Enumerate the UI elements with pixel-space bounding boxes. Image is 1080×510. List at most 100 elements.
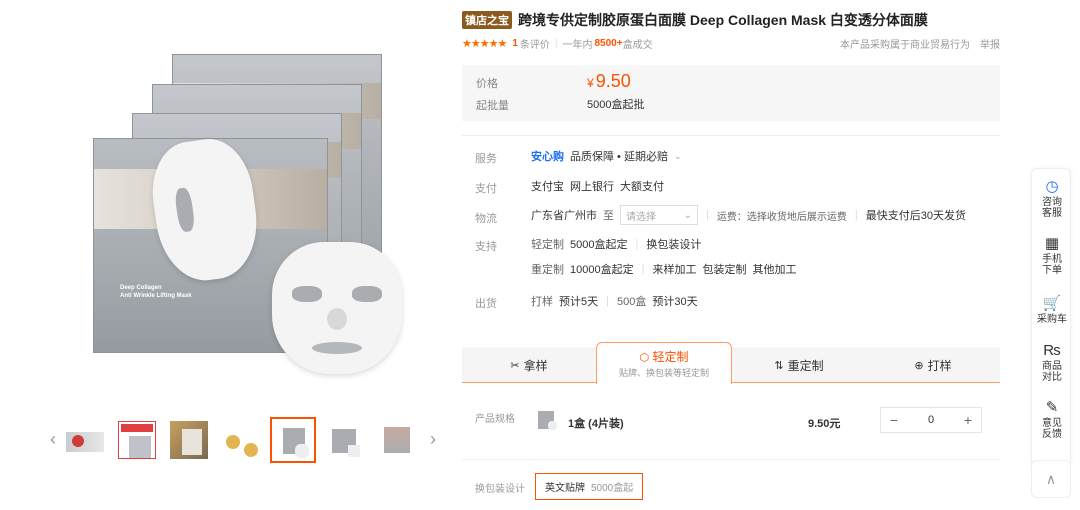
sliders-icon: ⇅ [774, 359, 784, 372]
edit-icon: ✎ [1045, 399, 1059, 416]
feedback-button[interactable]: ✎ 意见 反馈 [1032, 399, 1072, 440]
pack-option-moq: 5000盒起 [591, 483, 634, 494]
box-icon: ⬡ [639, 352, 650, 364]
thumbnail-strip: ‹ › [48, 415, 448, 465]
chevron-up-icon: ∧ [1045, 470, 1057, 487]
payment-methods: 支付宝 网上银行 大额支付 [531, 178, 664, 194]
origin-city: 广东省广州市 [531, 210, 597, 222]
price-box: 价格 ¥9.50 起批量 5000盒起批 [462, 65, 1000, 121]
tab-light-custom-sub: 贴牌、换包装等轻定制 [618, 368, 709, 378]
trade-notice: 本产品采购属于商业贸易行为 [840, 40, 970, 51]
increase-button[interactable]: + [955, 412, 981, 428]
freight-text: 运费：选择收货地后展示运费 [716, 211, 847, 223]
moq-value: 5000盒起批 [587, 99, 645, 111]
shipping-value: 打样 预计5天 | 500盒 预计30天 [531, 295, 698, 308]
chat-icon: ◷ [1045, 178, 1059, 195]
floating-toolbar: ◷ 咨询 客服 ▦ 手机 下单 🛒 采购车 ₨ 商品 对比 ✎ 意见 反馈 [1031, 168, 1071, 468]
shipping-label: 出货 [475, 298, 497, 310]
proof-icon: ⊕ [914, 359, 924, 372]
support-line-1: 轻定制 5000盒起定 | 换包装设计 [531, 238, 702, 251]
spec-price: 9.50元 [808, 418, 841, 430]
sample-time: 预计5天 [559, 296, 599, 308]
review-count[interactable]: 1 [512, 38, 518, 49]
main-product-image: Deep Collagen Anti Wrinkle Lifting Mask [60, 20, 440, 400]
pack-product-line: Anti Wrinkle Lifting Mask [120, 293, 192, 299]
to-text: 至 [603, 210, 614, 222]
light-custom-moq: 5000盒起定 [570, 239, 628, 251]
thumbnail-1[interactable] [62, 417, 108, 463]
chevron-down-icon: ⌄ [673, 150, 682, 161]
sales-text: 盒成交 [622, 40, 653, 51]
sample-type: 打样 [531, 296, 553, 308]
repack-design: 换包装设计 [646, 239, 702, 251]
pack-brand-line: Deep Collagen [120, 285, 162, 291]
payment-label: 支付 [475, 183, 497, 195]
ship-time: 最快支付后30天发货 [865, 210, 966, 222]
price-label: 价格 [476, 78, 498, 90]
quantity-input[interactable]: 0 [928, 414, 934, 426]
pack-option-english-label[interactable]: 英文贴牌 5000盒起 [535, 473, 644, 500]
compare-button[interactable]: ₨ 商品 对比 [1032, 342, 1072, 383]
back-to-top-button[interactable]: ∧ [1031, 460, 1071, 498]
scissors-icon: ✂ [510, 359, 520, 372]
thumbnail-2[interactable] [114, 417, 160, 463]
thumb-next-icon[interactable]: › [430, 429, 436, 450]
tab-heavy-custom[interactable]: ⇅ 重定制 [732, 347, 866, 383]
thumbnail-3[interactable] [166, 417, 212, 463]
mobile-order-button[interactable]: ▦ 手机 下单 [1032, 235, 1072, 276]
qrcode-icon: ▦ [1044, 235, 1060, 252]
review-text[interactable]: 条评价 [520, 36, 550, 51]
sales-count: 8500+ [594, 38, 623, 49]
chevron-down-icon: ⌄ [683, 209, 692, 221]
moq-label: 起批量 [476, 100, 509, 112]
product-title: 跨境专供定制胶原蛋白面膜 Deep Collagen Mask 白变透分体面膜 [518, 12, 928, 28]
pack-design-row: 换包装设计 英文贴牌 5000盒起 [462, 470, 1000, 504]
price-value: ¥9.50 [587, 71, 631, 91]
pack-design-label: 换包装设计 [475, 484, 525, 495]
compare-icon: ₨ [1043, 342, 1061, 359]
divider [462, 135, 1000, 136]
logistics-value: 广东省广州市 至 请选择 ⌄ | 运费：选择收货地后展示运费 | 最快支付后30天… [531, 205, 966, 225]
purchase-cart-button[interactable]: 🛒 采购车 [1032, 295, 1072, 325]
rating-row: ★★★★★ 1 条评价 | 一年内 8500+ 盒成交 本产品采购属于商业贸易行… [462, 36, 1000, 51]
thumbnail-6[interactable] [322, 417, 368, 463]
mask-sheet-front [272, 242, 402, 374]
star-rating-icon: ★★★★★ [462, 38, 507, 50]
heavy-custom-moq: 10000盒起定 [570, 264, 634, 276]
logistics-label: 物流 [475, 213, 497, 225]
store-badge: 镇店之宝 [462, 11, 512, 29]
service-value[interactable]: 安心购 品质保障 • 延期必赔 ⌄ [531, 148, 682, 164]
divider [462, 459, 1000, 460]
thumbnail-4[interactable] [218, 417, 264, 463]
tab-light-custom[interactable]: ⬡ 轻定制 贴牌、换包装等轻定制 [596, 342, 732, 384]
report-link[interactable]: 举报 [980, 36, 1000, 51]
payment-online-bank: 网上银行 [570, 181, 614, 193]
period-text: 一年内 [562, 40, 593, 51]
decrease-button[interactable]: − [881, 412, 907, 428]
bulk-time: 预计30天 [652, 296, 698, 308]
thumbnail-5-selected[interactable] [270, 417, 316, 463]
payment-large: 大额支付 [620, 181, 664, 193]
service-text: 品质保障 • 延期必赔 [570, 151, 668, 163]
thumb-prev-icon[interactable]: ‹ [50, 429, 56, 450]
destination-select[interactable]: 请选择 ⌄ [620, 205, 698, 225]
support-line-2: 重定制 10000盒起定 | 来样加工 包装定制 其他加工 [531, 263, 797, 276]
oem-other: 其他加工 [752, 264, 797, 276]
quantity-stepper: − 0 + [880, 407, 982, 433]
product-title-row: 镇店之宝 跨境专供定制胶原蛋白面膜 Deep Collagen Mask 白变透… [462, 10, 928, 30]
tab-sample[interactable]: ✂ 拿样 [462, 347, 596, 383]
support-label: 支持 [475, 241, 497, 253]
oem-package: 包装定制 [702, 264, 747, 276]
bulk-qty: 500盒 [616, 296, 647, 308]
consult-service-button[interactable]: ◷ 咨询 客服 [1032, 178, 1072, 219]
light-custom-type: 轻定制 [531, 239, 564, 251]
spec-row: 产品规格 1盒 (4片装) 9.50元 − 0 + [462, 400, 1000, 440]
payment-alipay: 支付宝 [531, 181, 564, 193]
spec-thumbnail [536, 409, 558, 431]
thumbnail-7[interactable] [374, 417, 420, 463]
tab-proof[interactable]: ⊕ 打样 [866, 347, 1000, 383]
heavy-custom-type: 重定制 [531, 264, 564, 276]
oem-sample: 来样加工 [652, 264, 697, 276]
anxin-brand: 安心购 [531, 151, 564, 163]
service-label: 服务 [475, 153, 497, 165]
